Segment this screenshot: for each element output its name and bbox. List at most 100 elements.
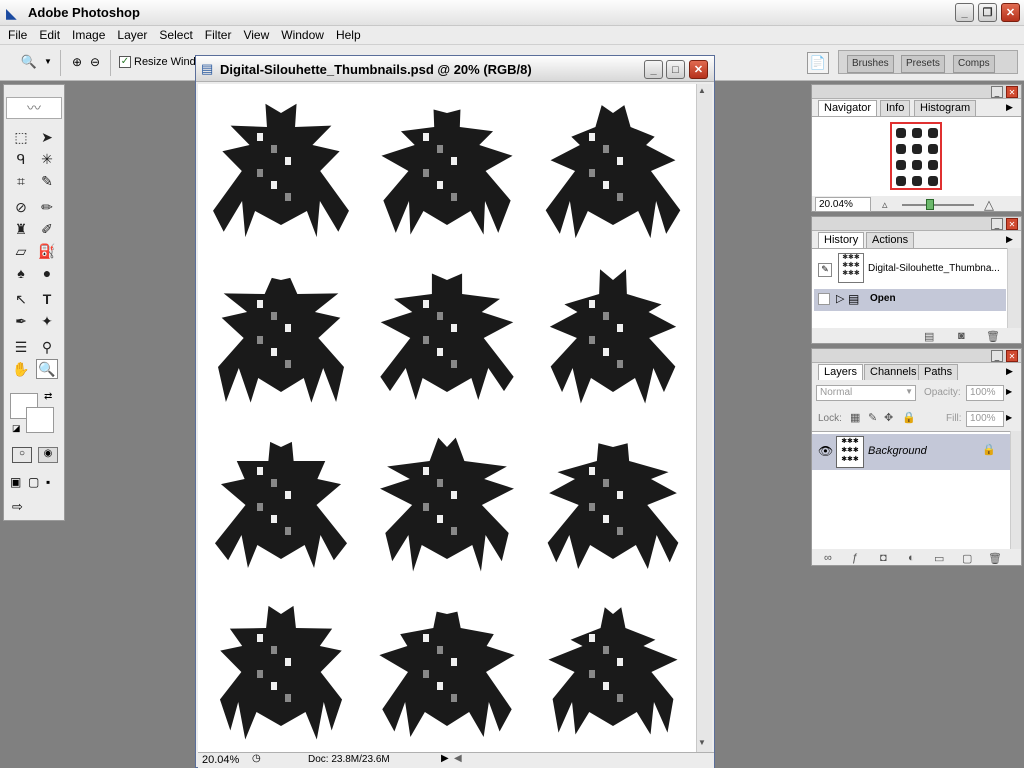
lock-pixels-icon[interactable]: ✎ — [868, 411, 877, 424]
panel-minimize-icon[interactable]: _ — [991, 350, 1003, 362]
scroll-up-icon[interactable]: ▲ — [698, 86, 706, 95]
menu-help[interactable]: Help — [330, 28, 367, 42]
navigator-view-box[interactable] — [890, 122, 942, 190]
eraser-tool-icon[interactable]: ▱ — [10, 241, 32, 261]
lock-position-icon[interactable]: ✥ — [884, 411, 893, 424]
zoom-out-icon[interactable]: ⊖ — [84, 51, 106, 73]
tab-info[interactable]: Info — [880, 100, 911, 116]
new-document-from-state-icon[interactable]: ▤ — [924, 330, 934, 343]
history-step-row[interactable]: ▷ ▤ Open — [814, 289, 1006, 311]
navigator-zoom-slider[interactable] — [902, 199, 974, 210]
doc-minimize-button[interactable]: _ — [644, 60, 663, 79]
status-menu-arrow-icon[interactable]: ▶ — [441, 753, 449, 764]
background-color-swatch[interactable] — [26, 407, 54, 433]
delete-layer-icon[interactable]: 🗑 — [988, 552, 1002, 565]
app-minimize-button[interactable]: _ — [955, 3, 974, 22]
panel-minimize-icon[interactable]: _ — [991, 86, 1003, 98]
tab-layers[interactable]: Layers — [818, 364, 864, 380]
fill-slider-icon[interactable]: ▶ — [1006, 413, 1012, 422]
new-layer-icon[interactable]: ▢ — [962, 552, 972, 565]
doc-maximize-button[interactable]: □ — [666, 60, 685, 79]
app-close-button[interactable]: ✕ — [1001, 3, 1020, 22]
menu-image[interactable]: Image — [66, 28, 111, 42]
layer-style-icon[interactable]: ƒ — [852, 552, 858, 564]
menu-select[interactable]: Select — [153, 28, 198, 42]
blend-mode-select[interactable]: Normal ▼ — [816, 385, 916, 401]
slider-thumb[interactable] — [926, 199, 934, 210]
panel-menu-icon[interactable]: ▶ — [1006, 234, 1013, 245]
default-colors-icon[interactable]: ◪ — [12, 423, 21, 434]
new-group-icon[interactable]: ▭ — [934, 552, 944, 565]
crop-tool-icon[interactable]: ⌗ — [10, 171, 32, 191]
chevron-down-icon[interactable]: ▼ — [44, 57, 52, 66]
tab-paths[interactable]: Paths — [918, 364, 959, 380]
status-info-icon[interactable]: ◷ — [252, 753, 261, 764]
clone-stamp-icon[interactable]: ♜ — [10, 219, 32, 239]
history-snapshot-row[interactable]: ✎ ✱✱✱ ✱✱✱ ✱✱✱ Digital-Silouhette_Thumbna..… — [814, 251, 1006, 287]
blur-tool-icon[interactable]: ♠ — [10, 263, 32, 283]
pen-tool-icon[interactable]: ✒ — [10, 311, 32, 331]
screen-mode-standard-icon[interactable]: ▣ — [10, 475, 21, 489]
panel-menu-icon[interactable]: ▶ — [1006, 366, 1013, 377]
tab-navigator[interactable]: Navigator — [818, 100, 878, 116]
dodge-tool-icon[interactable]: ● — [36, 263, 58, 283]
resize-windows-checkbox[interactable]: ✓ — [119, 56, 131, 68]
hand-tool-icon[interactable]: ✋ — [10, 359, 32, 379]
menu-view[interactable]: View — [237, 28, 275, 42]
link-layers-icon[interactable]: ∞ — [824, 552, 832, 564]
image-canvas[interactable] — [198, 84, 696, 752]
doc-close-button[interactable]: ✕ — [689, 60, 708, 79]
tab-history[interactable]: History — [818, 232, 865, 248]
zoom-tool-icon[interactable]: 🔍 — [36, 359, 58, 379]
eye-icon[interactable]: 👁 — [818, 444, 833, 458]
trash-icon[interactable]: 🗑 — [986, 330, 1000, 343]
tab-channels[interactable]: Channels — [864, 364, 923, 380]
panel-close-icon[interactable]: ✕ — [1006, 350, 1018, 362]
file-browser-icon[interactable]: 📄 — [807, 52, 829, 74]
menu-window[interactable]: Window — [275, 28, 330, 42]
tab-histogram[interactable]: Histogram — [914, 100, 977, 116]
adjustment-layer-icon[interactable]: ◐ — [908, 552, 915, 564]
paint-bucket-icon[interactable]: ⛽ — [36, 241, 58, 261]
quick-mask-icon[interactable]: ◉ — [38, 447, 58, 463]
custom-shape-icon[interactable]: ✦ — [36, 311, 58, 331]
layers-scrollbar[interactable] — [1010, 431, 1021, 549]
slice-tool-icon[interactable]: ✎ — [36, 171, 58, 191]
well-tab-brushes[interactable]: Brushes — [847, 55, 894, 73]
panel-minimize-icon[interactable]: _ — [991, 218, 1003, 230]
magic-wand-icon[interactable]: ✳ — [36, 149, 58, 169]
opacity-slider-icon[interactable]: ▶ — [1006, 387, 1012, 396]
lock-all-icon[interactable]: 🔒 — [902, 411, 916, 424]
menu-filter[interactable]: Filter — [199, 28, 238, 42]
history-scrollbar[interactable] — [1007, 248, 1021, 328]
eyedropper-icon[interactable]: ⚲ — [36, 337, 58, 357]
well-tab-comps[interactable]: Comps — [953, 55, 995, 73]
swap-colors-icon[interactable]: ⇄ — [44, 391, 52, 402]
menu-layer[interactable]: Layer — [111, 28, 153, 42]
zoom-out-mountain-icon[interactable]: ▵ — [882, 198, 888, 211]
path-selection-icon[interactable]: ↖ — [10, 289, 32, 309]
zoom-tool-preset-icon[interactable]: 🔍 — [18, 51, 40, 73]
marquee-tool-icon[interactable]: ⬚ — [10, 127, 32, 147]
app-restore-button[interactable]: ❐ — [978, 3, 997, 22]
notes-tool-icon[interactable]: ☰ — [10, 337, 32, 357]
lasso-tool-icon[interactable]: ᑫ — [10, 149, 32, 169]
jump-to-imageready-icon[interactable]: ⇨ — [12, 499, 23, 515]
history-brush-source-icon[interactable]: ✎ — [818, 263, 832, 277]
move-tool-icon[interactable]: ➤ — [36, 127, 58, 147]
brush-tool-icon[interactable]: ✏ — [36, 197, 58, 217]
add-mask-icon[interactable]: ◘ — [880, 552, 887, 564]
history-state-checkbox[interactable] — [818, 293, 830, 305]
history-brush-icon[interactable]: ✐ — [36, 219, 58, 239]
type-tool-icon[interactable]: T — [36, 289, 58, 309]
status-zoom-value[interactable]: 20.04% — [202, 754, 239, 766]
menu-file[interactable]: File — [2, 28, 33, 42]
panel-close-icon[interactable]: ✕ — [1006, 218, 1018, 230]
healing-brush-icon[interactable]: ⊘ — [10, 197, 32, 217]
navigator-preview[interactable] — [812, 116, 1021, 196]
lock-transparency-icon[interactable]: ▦ — [850, 411, 860, 424]
fill-field[interactable]: 100% — [966, 411, 1004, 427]
panel-close-icon[interactable]: ✕ — [1006, 86, 1018, 98]
scroll-left-icon[interactable]: ◀ — [454, 753, 462, 764]
screen-mode-full-menu-icon[interactable]: ▢ — [28, 475, 39, 489]
